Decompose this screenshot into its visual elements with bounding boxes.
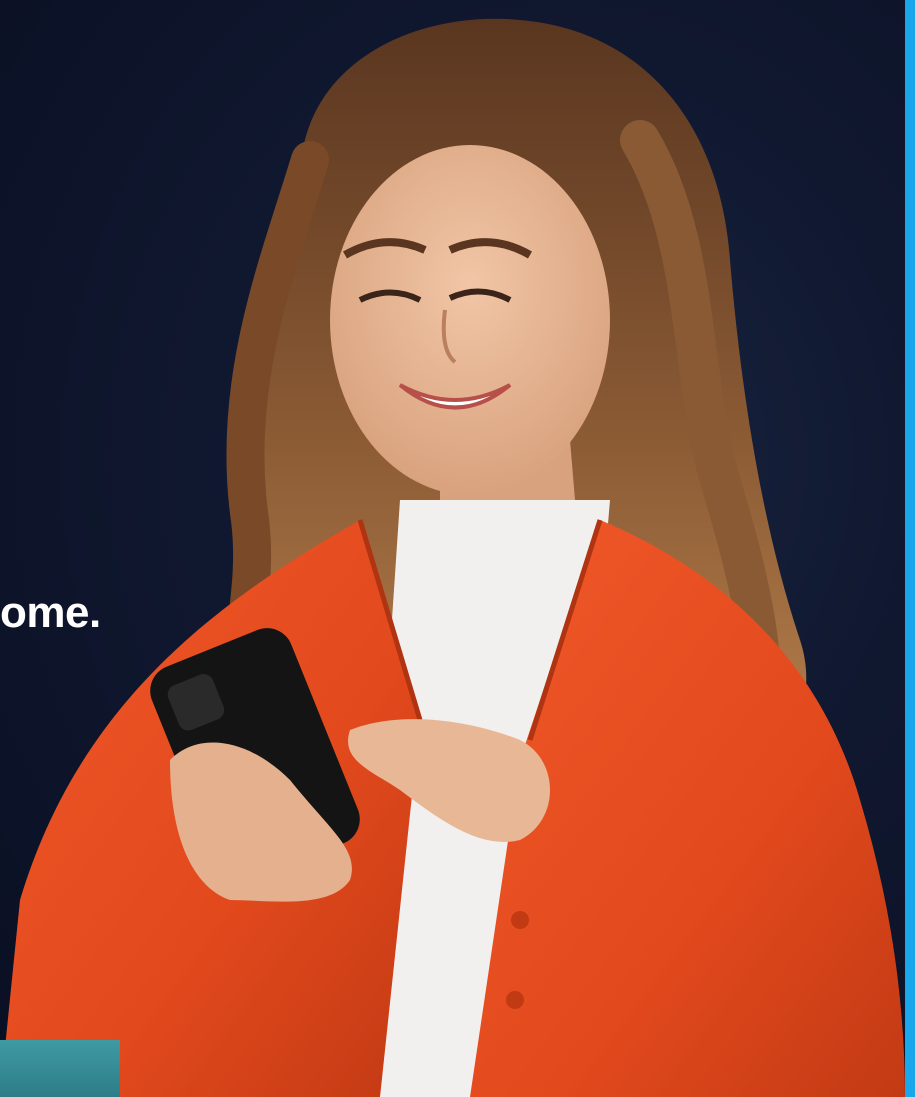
hero-photo: [0, 18, 905, 1097]
headline-fragment: ome.: [0, 588, 101, 637]
teal-decorative-band: [0, 1040, 120, 1097]
blue-accent-bar: [905, 0, 915, 1097]
face: [330, 145, 610, 495]
hero-banner: ome.: [0, 0, 915, 1097]
